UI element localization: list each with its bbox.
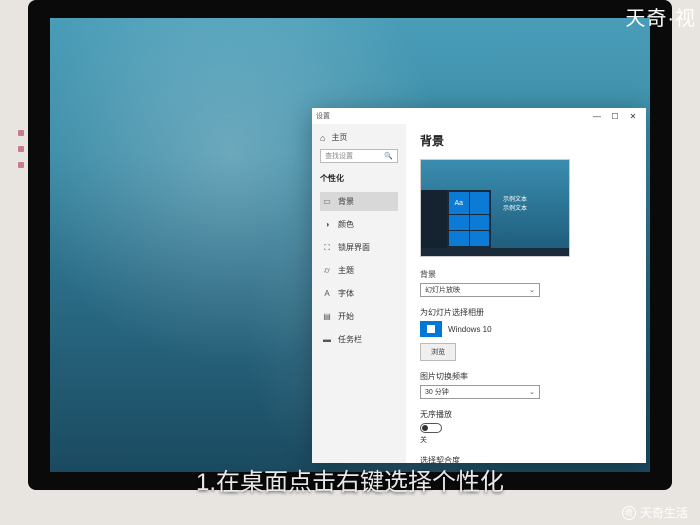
background-dropdown-value: 幻灯片放映 <box>425 285 460 295</box>
maximize-button[interactable]: ☐ <box>606 108 624 124</box>
sidebar-item-themes[interactable]: ⌭ 主题 <box>320 261 398 280</box>
theme-icon: ⌭ <box>322 266 332 276</box>
album-row[interactable]: Windows 10 <box>420 321 632 337</box>
settings-sidebar: ⌂ 主页 查找设置 🔍 个性化 ▭ 背景 ◑ 颜色 <box>312 124 406 463</box>
chevron-down-icon: ⌄ <box>529 286 535 294</box>
font-icon: A <box>322 289 332 298</box>
background-dropdown-label: 背景 <box>420 269 632 280</box>
desktop-wallpaper[interactable]: 设置 — ☐ ✕ ⌂ 主页 查找设置 🔍 个性化 <box>50 18 650 472</box>
sidebar-item-background[interactable]: ▭ 背景 <box>320 192 398 211</box>
sidebar-item-start[interactable]: ▤ 开始 <box>320 307 398 326</box>
shuffle-toggle[interactable] <box>420 423 442 433</box>
close-button[interactable]: ✕ <box>624 108 642 124</box>
sidebar-item-label: 字体 <box>338 288 354 299</box>
watermark-top-right: 天奇·视 <box>625 2 696 31</box>
settings-content: 背景 Aa <box>406 124 646 463</box>
album-name: Windows 10 <box>448 325 492 334</box>
window-title: 设置 <box>316 111 330 121</box>
preview-taskbar <box>421 248 569 256</box>
settings-window: 设置 — ☐ ✕ ⌂ 主页 查找设置 🔍 个性化 <box>312 108 646 463</box>
taskbar-icon: ▬ <box>322 335 332 344</box>
interval-label: 图片切换频率 <box>420 371 632 382</box>
sidebar-item-colors[interactable]: ◑ 颜色 <box>320 215 398 234</box>
browse-button[interactable]: 浏览 <box>420 343 456 361</box>
watermark-logo-icon: 奇 <box>622 506 636 520</box>
background-dropdown[interactable]: 幻灯片放映 ⌄ <box>420 283 540 297</box>
search-input[interactable]: 查找设置 🔍 <box>320 149 398 163</box>
watermark-text: 天奇生活 <box>640 504 688 521</box>
decor-left <box>18 130 28 190</box>
sidebar-item-taskbar[interactable]: ▬ 任务栏 <box>320 330 398 349</box>
sidebar-home[interactable]: ⌂ 主页 <box>320 130 398 145</box>
watermark-bottom-right: 奇 天奇生活 <box>622 504 688 521</box>
page-title: 背景 <box>420 132 632 149</box>
chevron-down-icon: ⌄ <box>529 388 535 396</box>
shuffle-state: 关 <box>420 435 632 445</box>
home-icon: ⌂ <box>320 133 325 143</box>
sidebar-item-fonts[interactable]: A 字体 <box>320 284 398 303</box>
start-icon: ▤ <box>322 312 332 321</box>
sidebar-item-label: 主题 <box>338 265 354 276</box>
album-label: 为幻灯片选择相册 <box>420 307 632 318</box>
background-preview: Aa 示例文本 示例文本 <box>420 159 570 257</box>
interval-dropdown[interactable]: 30 分钟 ⌄ <box>420 385 540 399</box>
tablet-frame: 设置 — ☐ ✕ ⌂ 主页 查找设置 🔍 个性化 <box>28 0 672 490</box>
interval-dropdown-value: 30 分钟 <box>425 387 449 397</box>
album-thumb <box>420 321 442 337</box>
preview-sample-text: 示例文本 示例文本 <box>503 194 527 212</box>
sidebar-item-label: 颜色 <box>338 219 354 230</box>
sidebar-item-label: 任务栏 <box>338 334 362 345</box>
sidebar-item-label: 锁屏界面 <box>338 242 370 253</box>
minimize-button[interactable]: — <box>588 108 606 124</box>
window-titlebar: 设置 — ☐ ✕ <box>312 108 646 124</box>
sidebar-item-lockscreen[interactable]: ⛶ 锁屏界面 <box>320 238 398 257</box>
preview-tile-aa: Aa <box>449 192 469 214</box>
video-subtitle: 1.在桌面点击右键选择个性化 <box>196 462 504 497</box>
lockscreen-icon: ⛶ <box>322 243 332 253</box>
palette-icon: ◑ <box>322 220 332 229</box>
sidebar-item-label: 背景 <box>338 196 354 207</box>
picture-icon: ▭ <box>322 197 332 206</box>
sidebar-item-label: 开始 <box>338 311 354 322</box>
sidebar-section-header: 个性化 <box>320 173 398 184</box>
preview-startmenu: Aa <box>421 190 491 248</box>
search-placeholder: 查找设置 <box>325 151 353 161</box>
home-label: 主页 <box>331 132 347 143</box>
shuffle-label: 无序播放 <box>420 409 632 420</box>
search-icon: 🔍 <box>384 152 393 160</box>
